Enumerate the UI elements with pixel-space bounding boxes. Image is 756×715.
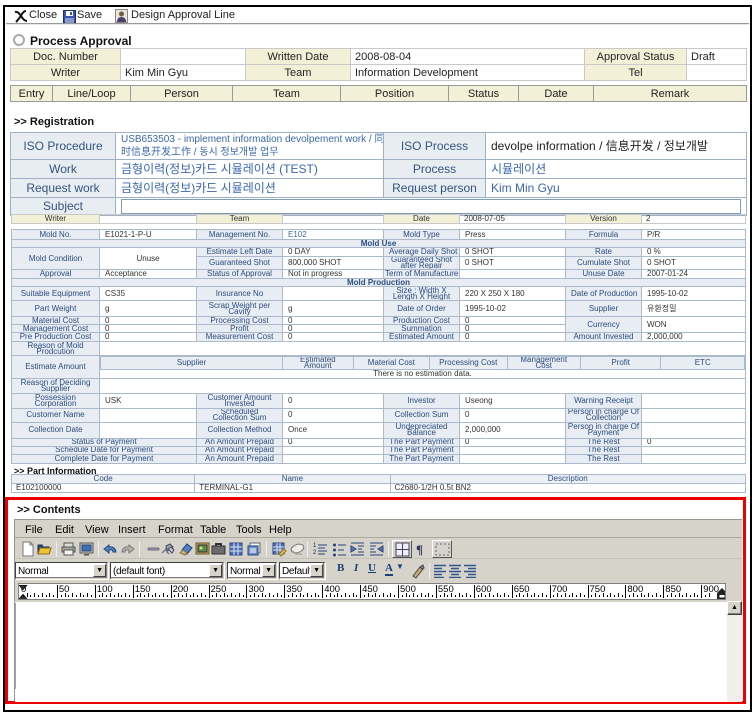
svg-text:¶: ¶ bbox=[416, 542, 423, 557]
svg-text:2: 2 bbox=[313, 550, 317, 556]
svg-text:1: 1 bbox=[313, 543, 317, 549]
